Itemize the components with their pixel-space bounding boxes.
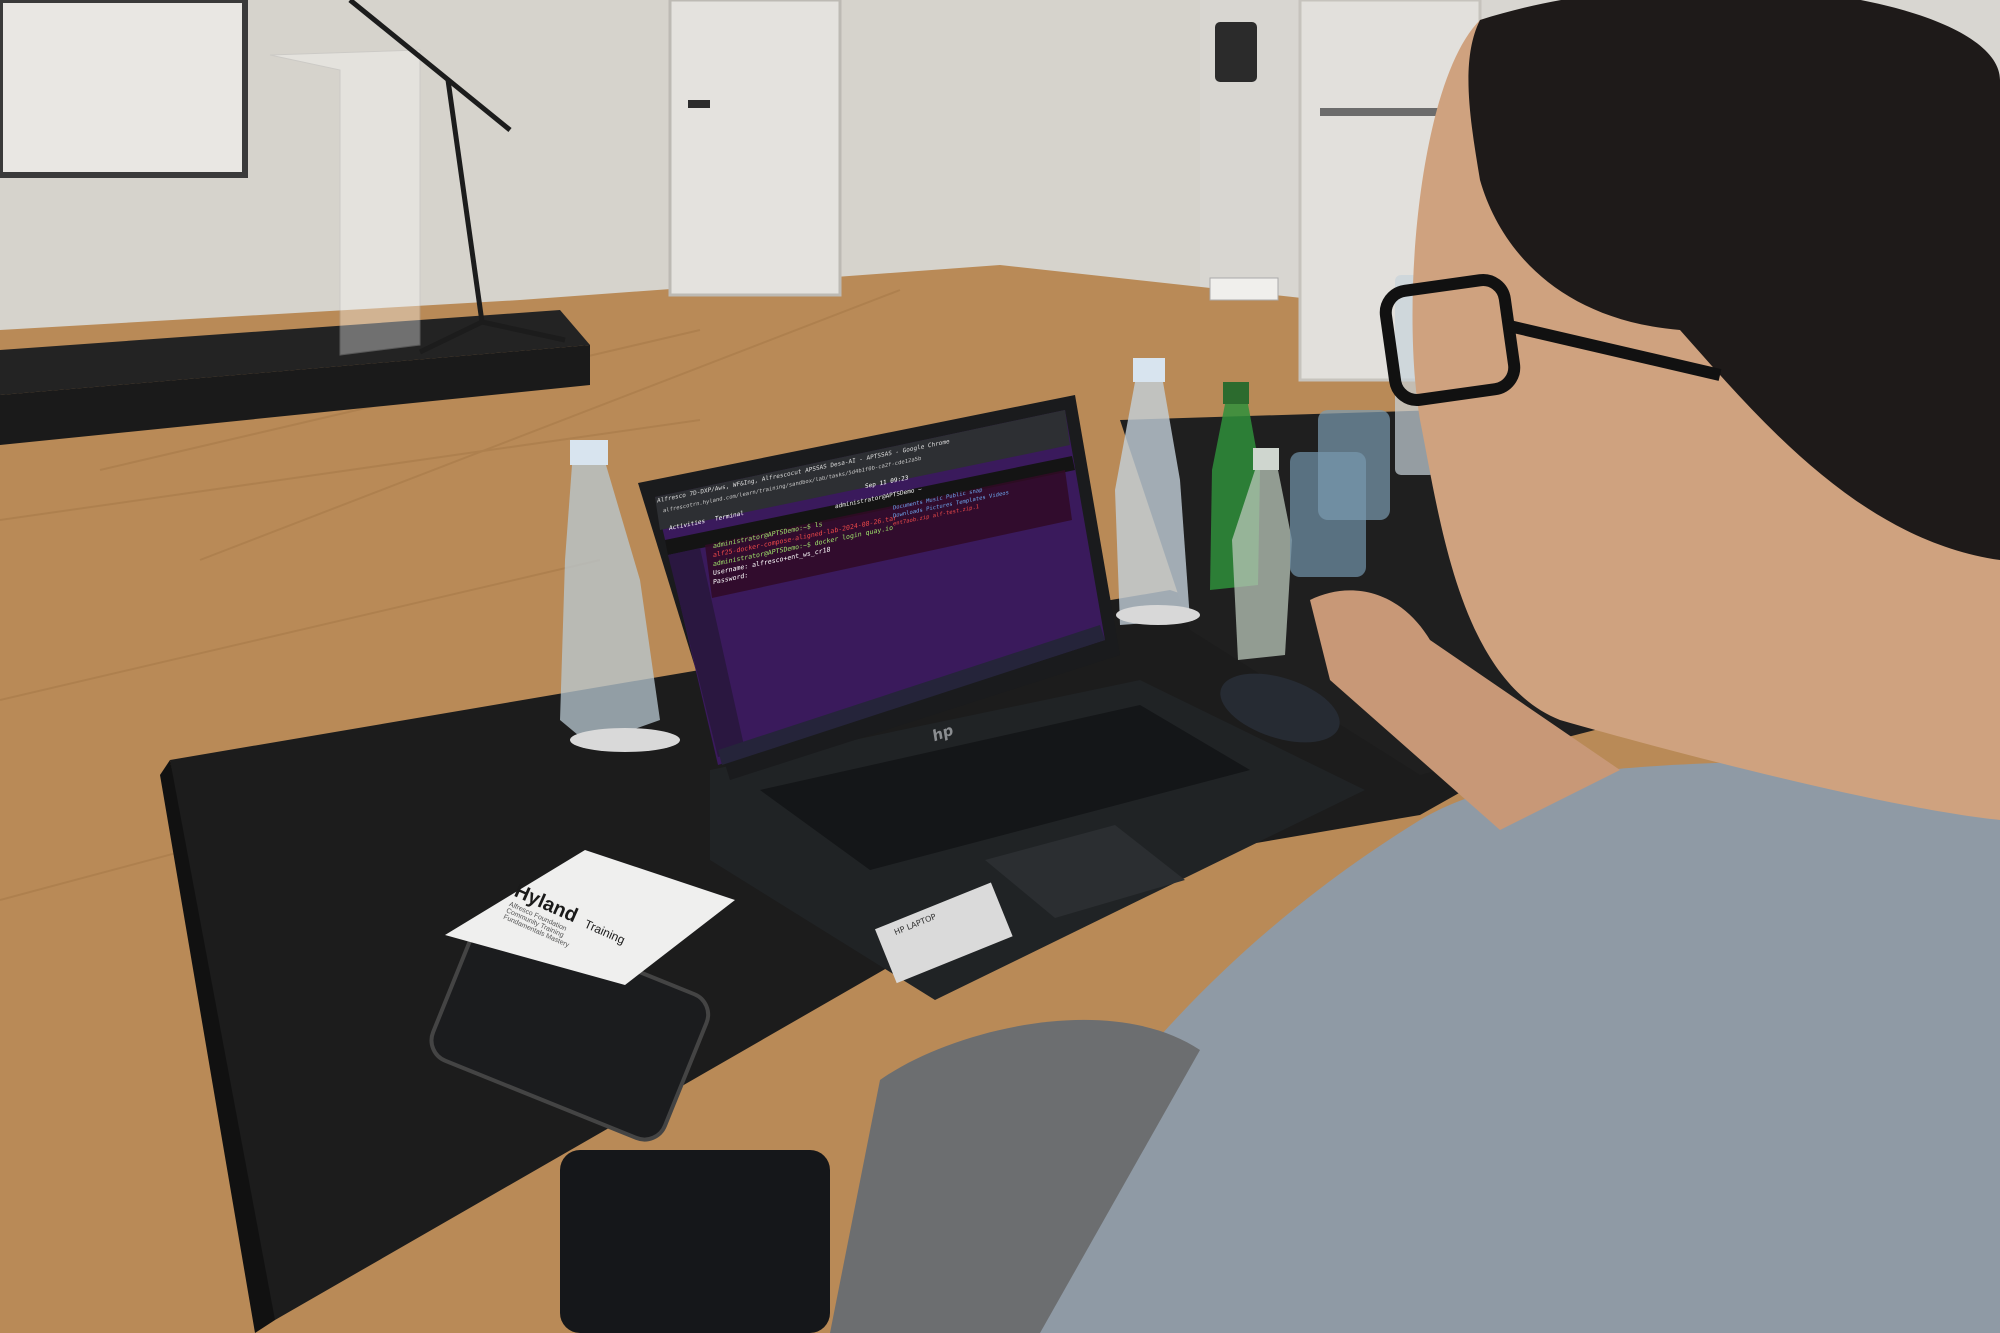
photo-scene bbox=[0, 0, 2000, 1333]
backpack bbox=[560, 1150, 830, 1333]
terminal-app-menu[interactable]: Terminal bbox=[715, 510, 744, 523]
wall-phone bbox=[1215, 22, 1257, 82]
browser-window-title: Alfresco 7D-DXP/Aws, WF&Ing, Alfrescocut… bbox=[657, 438, 950, 505]
projection-screen bbox=[0, 0, 248, 178]
clock: Sep 11 09:23 bbox=[865, 474, 909, 491]
activities-button[interactable]: Activities bbox=[669, 518, 705, 532]
wall-outlets bbox=[1209, 277, 1279, 301]
door-handle bbox=[688, 100, 710, 108]
door bbox=[668, 0, 842, 297]
